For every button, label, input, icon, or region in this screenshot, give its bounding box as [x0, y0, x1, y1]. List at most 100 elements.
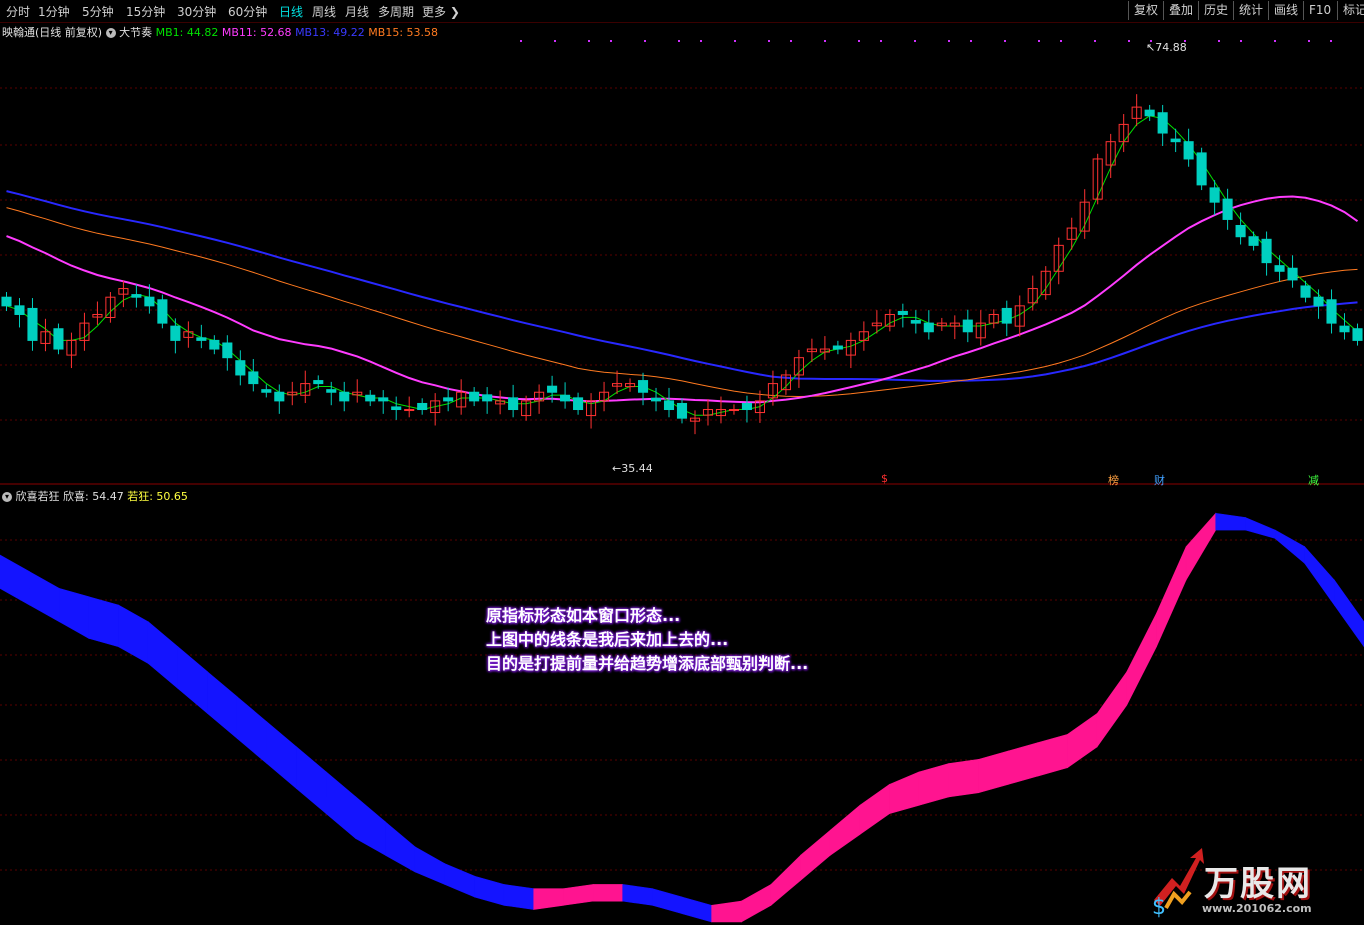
indicator-band-segment — [177, 646, 208, 715]
event-marker-dollar[interactable]: $ — [881, 472, 888, 485]
indicator-band-segment — [444, 863, 475, 898]
candle-body — [131, 294, 142, 298]
indicator-band-segment — [1067, 712, 1098, 769]
watermark-logo: $ 万股网 www.201062.com — [1146, 848, 1356, 918]
top-marker-dot — [824, 40, 826, 42]
event-marker-bang[interactable]: 榜 — [1108, 472, 1119, 488]
ma-label-mb11: MB11: 52.68 — [221, 26, 292, 39]
candle-body — [378, 397, 389, 402]
candle-body — [391, 406, 402, 411]
indicator-band-segment — [1096, 670, 1128, 748]
top-marker-dot — [700, 40, 702, 42]
candle-body — [443, 397, 454, 402]
sub-label-xinxi: 欣喜: 54.47 — [63, 490, 124, 503]
annotation-line-3: 目的是打提前量并给趋势增添底部甄别判断... — [486, 654, 809, 673]
indicator-band-segment — [1156, 546, 1187, 647]
top-marker-dot — [678, 40, 680, 42]
sub-label-ruokuang: 若狂: 50.65 — [127, 490, 188, 503]
indicator-name[interactable]: 大节奏 — [119, 26, 152, 39]
candle-body — [1222, 198, 1233, 220]
indicator-band-segment — [622, 884, 653, 906]
indicator-band-segment — [681, 896, 712, 923]
ma-line-mb15 — [6, 207, 1358, 398]
top-marker-dot — [948, 40, 950, 42]
candle-body — [222, 342, 233, 359]
candle-body — [14, 305, 25, 315]
candle-body — [482, 394, 493, 402]
top-marker-dot — [734, 40, 736, 42]
indicator-band-segment — [770, 854, 801, 906]
high-price-label: ↖74.88 — [1146, 41, 1187, 54]
indicator-band-segment — [385, 821, 416, 873]
top-marker-dot — [880, 40, 882, 42]
candle-body — [923, 322, 934, 333]
indicator-band-segment — [800, 829, 831, 881]
indicator-band-segment — [652, 888, 683, 915]
indicator-band-segment — [1334, 579, 1364, 648]
candle-body — [274, 391, 285, 402]
candle-body — [728, 409, 740, 412]
top-marker-dot — [768, 40, 770, 42]
indicator-band-segment — [829, 804, 861, 856]
top-marker-dot — [1274, 40, 1276, 42]
chart-canvas — [0, 40, 1364, 923]
stock-name: 映翰通 — [2, 26, 35, 39]
candle-body — [1313, 296, 1324, 307]
candle-body — [1261, 238, 1272, 264]
indicator-band-segment — [711, 900, 742, 923]
top-marker-dot — [1330, 40, 1332, 42]
low-price-label: ←35.44 — [612, 462, 653, 475]
indicator-band-segment — [1007, 742, 1039, 785]
indicator-band-segment — [0, 554, 30, 606]
indicator-band-segment — [88, 596, 119, 648]
event-marker-jian[interactable]: 减 — [1308, 472, 1319, 488]
sub-indicator-menu-icon[interactable]: ▾ — [2, 492, 12, 502]
indicator-band-segment — [978, 750, 1009, 794]
ma-label-mb13: MB13: 49.22 — [295, 26, 365, 39]
top-marker-dot — [554, 40, 556, 42]
indicator-menu-icon[interactable]: ▾ — [105, 28, 116, 38]
top-marker-dot — [1060, 40, 1062, 42]
candle-body — [1183, 141, 1194, 160]
indicator-band-segment — [207, 671, 238, 740]
indicator-band-segment — [1037, 733, 1068, 777]
candle-body — [663, 400, 675, 411]
top-marker-dot — [1218, 40, 1220, 42]
candle-body — [1, 296, 12, 307]
ma-line-mb13 — [6, 190, 1358, 382]
sub-indicator-name[interactable]: 欣喜若狂 — [16, 490, 60, 503]
main-chart-header: 映翰通(日线 前复权) ▾ 大节奏 MB1: 44.82 MB11: 52.68… — [2, 24, 438, 40]
top-marker-dot — [644, 40, 646, 42]
indicator-band-segment — [859, 783, 890, 836]
ma-label-mb15: MB15: 53.58 — [368, 26, 439, 39]
candle-body — [144, 296, 155, 307]
event-marker-cai[interactable]: 财 — [1154, 472, 1165, 488]
top-marker-dot — [1094, 40, 1096, 42]
ma-label-mb1: MB1: 44.82 — [155, 26, 219, 39]
top-marker-dot — [1240, 40, 1242, 42]
candle-body — [196, 337, 207, 341]
candle-body — [1326, 299, 1337, 324]
indicator-band-segment — [236, 696, 268, 765]
candle-body — [1001, 307, 1012, 324]
indicator-band-segment — [1126, 613, 1157, 706]
candle-body — [326, 389, 337, 393]
annotation-text: 原指标形态如本窗口形态... 上图中的线条是我后来加上去的... 目的是打提前量… — [486, 604, 808, 676]
candle-body — [261, 389, 272, 393]
sub-chart-header: ▾ 欣喜若狂 欣喜: 54.47 若狂: 50.65 — [2, 488, 188, 504]
indicator-band-segment — [474, 875, 505, 906]
top-marker-dot — [1128, 40, 1130, 42]
candle-body — [547, 385, 558, 393]
candle-body — [1287, 267, 1298, 281]
top-marker-dot — [588, 40, 590, 42]
top-marker-dot — [1308, 40, 1310, 42]
candle-body — [508, 397, 519, 411]
candle-body — [560, 394, 571, 402]
indicator-band-segment — [266, 721, 297, 790]
indicator-band-segment — [1274, 529, 1305, 565]
candle-body — [1209, 187, 1220, 203]
candle-body — [469, 391, 480, 402]
watermark-url: www.201062.com — [1202, 902, 1312, 915]
indicator-band-segment — [918, 763, 950, 806]
candle-body — [910, 320, 921, 324]
